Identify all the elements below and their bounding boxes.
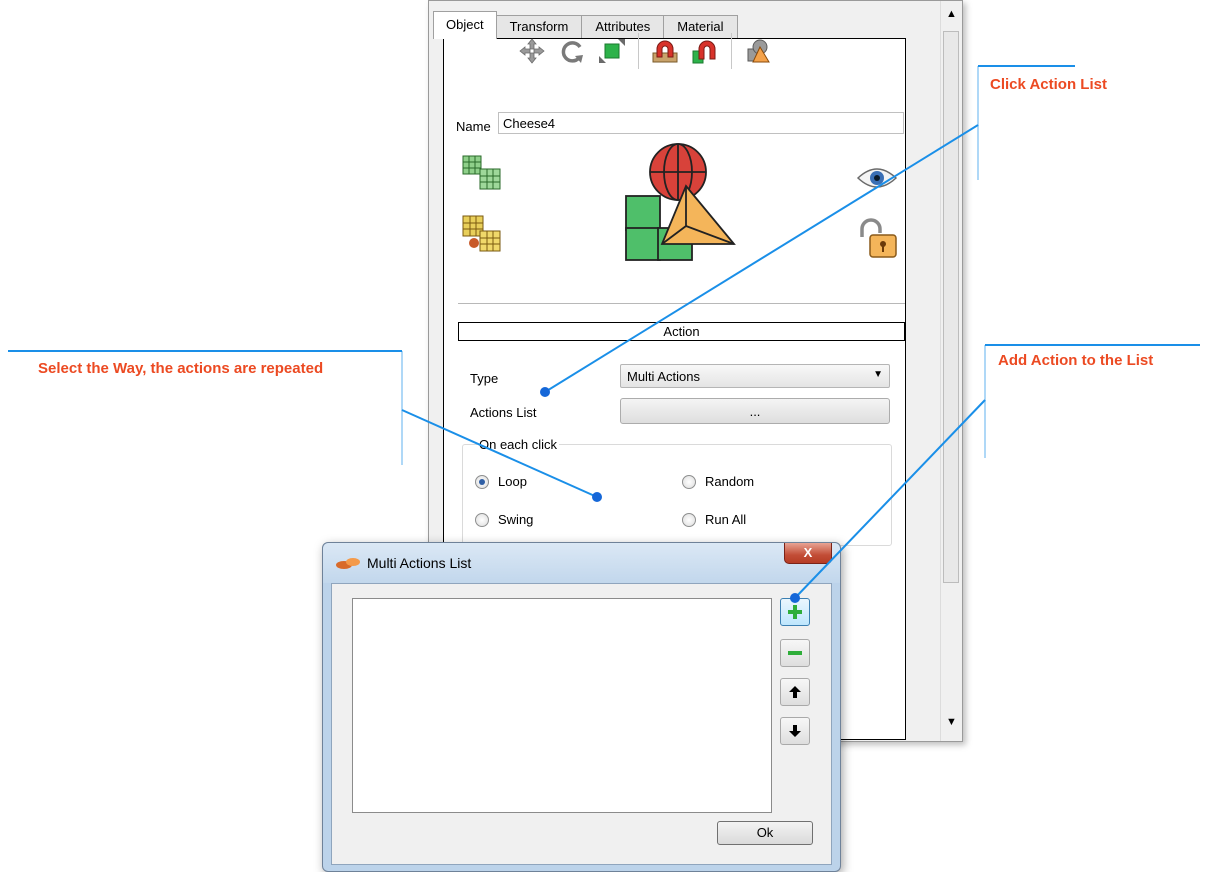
arrow-up-icon [789, 686, 801, 698]
chevron-down-icon: ▼ [873, 369, 883, 380]
rotate-icon[interactable] [554, 33, 590, 69]
close-button[interactable]: X [784, 543, 832, 564]
scale-icon[interactable] [594, 33, 630, 69]
actions-listbox[interactable] [352, 598, 772, 813]
move-down-button[interactable] [780, 717, 810, 745]
unlock-icon[interactable] [856, 217, 898, 262]
dialog-titlebar[interactable]: Multi Actions List X [323, 543, 840, 583]
scroll-up-arrow-icon[interactable]: ▲ [941, 5, 962, 23]
callout-click-action-list: Click Action List [990, 76, 1107, 93]
type-label: Type [470, 371, 499, 386]
dialog-title: Multi Actions List [367, 555, 472, 571]
magnet-green-icon[interactable] [687, 33, 723, 69]
radio-random[interactable]: Random [682, 474, 754, 489]
dialog-body: Ok [331, 583, 832, 865]
type-select[interactable]: Multi Actions ▼ [620, 364, 890, 388]
radio-loop[interactable]: Loop [475, 474, 527, 489]
pivot-icon[interactable] [740, 33, 776, 69]
move-up-button[interactable] [780, 678, 810, 706]
scrollbar-thumb[interactable] [943, 31, 959, 583]
remove-action-button[interactable] [780, 639, 810, 667]
radio-swing[interactable]: Swing [475, 512, 533, 527]
grid-cubes-icon[interactable] [460, 153, 506, 200]
on-each-click-title: On each click [477, 437, 560, 452]
ok-button[interactable]: Ok [717, 821, 813, 845]
grouped-cubes-icon[interactable] [460, 213, 506, 262]
multi-actions-list-dialog: Multi Actions List X Ok [322, 542, 841, 872]
object-type-large-icon [622, 142, 737, 267]
radio-unselected-icon [475, 512, 489, 527]
radio-unselected-icon [682, 512, 696, 527]
on-each-click-group [462, 444, 892, 546]
name-field[interactable]: Cheese4 [498, 112, 904, 134]
tab-object[interactable]: Object [433, 11, 497, 39]
toolbar-separator [638, 33, 639, 69]
scroll-down-arrow-icon[interactable]: ▼ [941, 713, 962, 731]
add-action-button[interactable] [780, 598, 810, 626]
callout-add-action: Add Action to the List [998, 352, 1154, 369]
actions-list-label: Actions List [470, 405, 537, 420]
radio-run-all-label: Run All [705, 512, 747, 527]
actions-list-button[interactable]: ... [620, 398, 890, 424]
toolbar-separator [731, 33, 732, 69]
panel-scrollbar[interactable]: ▲ ▼ [940, 1, 962, 741]
radio-selected-icon [475, 474, 489, 489]
minus-icon [788, 651, 802, 655]
callout-select-way: Select the Way, the actions are repeated [38, 360, 324, 377]
app-logo-icon [335, 556, 361, 573]
section-divider [458, 303, 905, 304]
radio-run-all[interactable]: Run All [682, 512, 746, 527]
radio-loop-label: Loop [498, 474, 527, 489]
visibility-eye-icon[interactable] [856, 163, 898, 196]
magnet-icon[interactable] [647, 33, 683, 69]
arrow-down-icon [789, 725, 801, 737]
action-section-header: Action [458, 322, 905, 341]
object-toolbar [512, 33, 778, 69]
move-icon[interactable] [514, 33, 550, 69]
radio-swing-label: Swing [498, 512, 534, 527]
plus-icon [788, 605, 802, 619]
radio-unselected-icon [682, 474, 696, 489]
type-select-value: Multi Actions [627, 369, 700, 384]
radio-random-label: Random [705, 474, 755, 489]
name-label: Name [456, 119, 491, 134]
